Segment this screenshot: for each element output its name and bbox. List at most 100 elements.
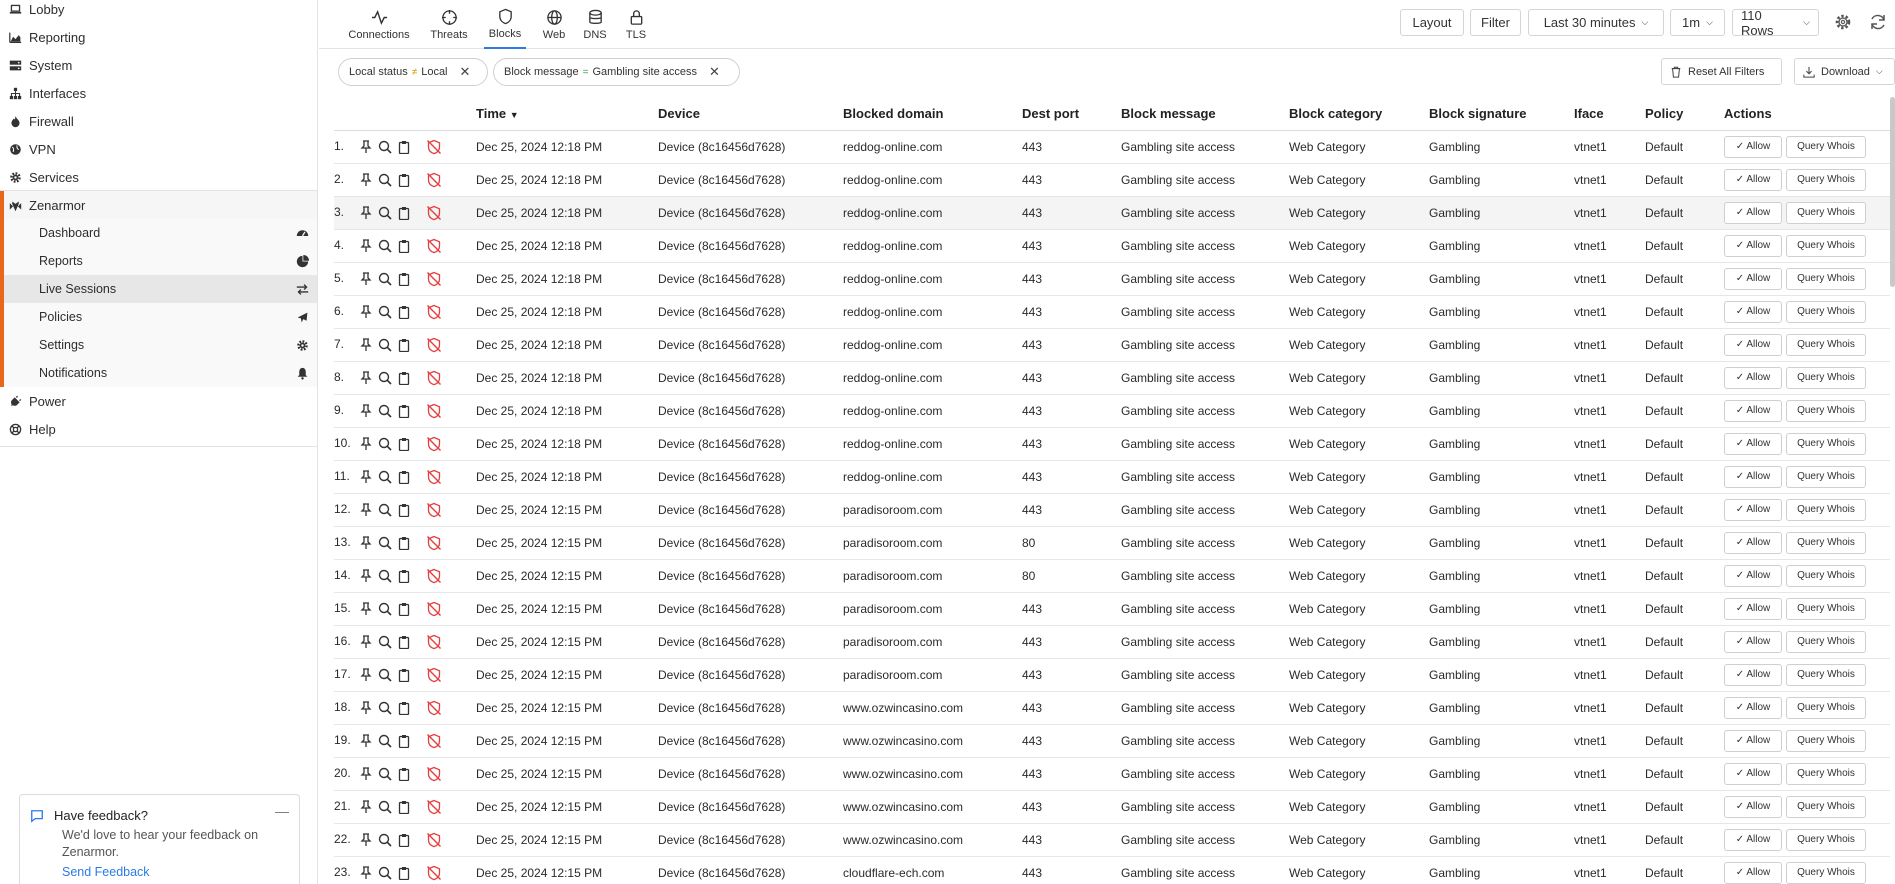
clipboard-icon[interactable] [397, 602, 411, 616]
interval-select[interactable]: 1m ⌵ [1670, 9, 1725, 36]
search-icon[interactable] [378, 437, 392, 451]
cell-device[interactable]: Device (8c16456d7628) [658, 295, 843, 329]
pin-icon[interactable] [359, 502, 373, 517]
clipboard-icon[interactable] [397, 503, 411, 517]
tab-blocks[interactable]: Blocks [484, 0, 526, 49]
search-icon[interactable] [378, 701, 392, 715]
clipboard-icon[interactable] [397, 140, 411, 154]
search-icon[interactable] [378, 305, 392, 319]
clipboard-icon[interactable] [397, 206, 411, 220]
clipboard-icon[interactable] [397, 569, 411, 583]
clipboard-icon[interactable] [397, 800, 411, 814]
table-row[interactable]: 8. Dec 25, 2024 12:18 PM Device (8c16456… [334, 361, 1890, 395]
sidebar-item-services[interactable]: Services [0, 163, 317, 191]
pin-icon[interactable] [359, 403, 373, 418]
allow-button[interactable]: ✓ Allow [1724, 762, 1782, 785]
tab-threats[interactable]: Threats [429, 0, 469, 49]
cell-blocked-domain[interactable]: reddog-online.com [843, 130, 1022, 164]
filter-button[interactable]: Filter [1470, 9, 1521, 36]
cell-blocked-domain[interactable]: www.ozwincasino.com [843, 724, 1022, 758]
rows-select[interactable]: 110 Rows ⌵ [1732, 8, 1819, 38]
clipboard-icon[interactable] [397, 305, 411, 319]
block-policy-icon[interactable] [426, 799, 442, 815]
reset-all-filters-button[interactable]: Reset All Filters [1661, 58, 1782, 85]
cell-device[interactable]: Device (8c16456d7628) [658, 823, 843, 857]
allow-button[interactable]: ✓ Allow [1724, 564, 1782, 587]
clipboard-icon[interactable] [397, 668, 411, 682]
block-policy-icon[interactable] [426, 403, 442, 419]
layout-button[interactable]: Layout [1400, 9, 1464, 36]
sidebar-item-interfaces[interactable]: Interfaces [0, 79, 317, 107]
pin-icon[interactable] [359, 700, 373, 715]
query-whois-button[interactable]: Query Whois [1786, 630, 1866, 653]
cell-device[interactable]: Device (8c16456d7628) [658, 460, 843, 494]
block-policy-icon[interactable] [426, 667, 442, 683]
clipboard-icon[interactable] [397, 272, 411, 286]
allow-button[interactable]: ✓ Allow [1724, 168, 1782, 191]
block-policy-icon[interactable] [426, 832, 442, 848]
query-whois-button[interactable]: Query Whois [1786, 135, 1866, 158]
cell-blocked-domain[interactable]: reddog-online.com [843, 163, 1022, 197]
search-icon[interactable] [378, 404, 392, 418]
query-whois-button[interactable]: Query Whois [1786, 564, 1866, 587]
search-icon[interactable] [378, 140, 392, 154]
pin-icon[interactable] [359, 568, 373, 583]
allow-button[interactable]: ✓ Allow [1724, 828, 1782, 851]
send-feedback-link[interactable]: Send Feedback [62, 865, 150, 879]
sidebar-item-settings[interactable]: Settings [4, 331, 317, 359]
block-policy-icon[interactable] [426, 766, 442, 782]
table-row[interactable]: 18. Dec 25, 2024 12:15 PM Device (8c1645… [334, 691, 1890, 725]
sidebar-item-reports[interactable]: Reports [4, 247, 317, 275]
block-policy-icon[interactable] [426, 238, 442, 254]
cell-blocked-domain[interactable]: reddog-online.com [843, 427, 1022, 461]
time-range-select[interactable]: Last 30 minutes ⌵ [1528, 9, 1664, 36]
cell-blocked-domain[interactable]: reddog-online.com [843, 262, 1022, 296]
allow-button[interactable]: ✓ Allow [1724, 366, 1782, 389]
block-policy-icon[interactable] [426, 436, 442, 452]
cell-device[interactable]: Device (8c16456d7628) [658, 163, 843, 197]
cell-blocked-domain[interactable]: www.ozwincasino.com [843, 823, 1022, 857]
cell-blocked-domain[interactable]: www.ozwincasino.com [843, 691, 1022, 725]
settings-gear-icon[interactable] [1832, 11, 1854, 33]
allow-button[interactable]: ✓ Allow [1724, 234, 1782, 257]
search-icon[interactable] [378, 602, 392, 616]
clipboard-icon[interactable] [397, 866, 411, 880]
query-whois-button[interactable]: Query Whois [1786, 729, 1866, 752]
cell-blocked-domain[interactable]: paradisoroom.com [843, 658, 1022, 692]
table-row[interactable]: 6. Dec 25, 2024 12:18 PM Device (8c16456… [334, 295, 1890, 329]
block-policy-icon[interactable] [426, 502, 442, 518]
column-dest-port[interactable]: Dest port [1022, 97, 1121, 131]
query-whois-button[interactable]: Query Whois [1786, 696, 1866, 719]
sidebar-item-zenarmor[interactable]: Zenarmor [0, 191, 317, 219]
cell-blocked-domain[interactable]: paradisoroom.com [843, 592, 1022, 626]
pin-icon[interactable] [359, 436, 373, 451]
table-row[interactable]: 4. Dec 25, 2024 12:18 PM Device (8c16456… [334, 229, 1890, 263]
search-icon[interactable] [378, 767, 392, 781]
table-row[interactable]: 2. Dec 25, 2024 12:18 PM Device (8c16456… [334, 163, 1890, 197]
pin-icon[interactable] [359, 304, 373, 319]
pin-icon[interactable] [359, 370, 373, 385]
clipboard-icon[interactable] [397, 734, 411, 748]
cell-device[interactable]: Device (8c16456d7628) [658, 592, 843, 626]
sidebar-item-notifications[interactable]: Notifications [4, 359, 317, 387]
pin-icon[interactable] [359, 733, 373, 748]
cell-device[interactable]: Device (8c16456d7628) [658, 262, 843, 296]
pin-icon[interactable] [359, 271, 373, 286]
pin-icon[interactable] [359, 205, 373, 220]
tab-dns[interactable]: DNS [580, 0, 610, 49]
cell-device[interactable]: Device (8c16456d7628) [658, 394, 843, 428]
pin-icon[interactable] [359, 172, 373, 187]
allow-button[interactable]: ✓ Allow [1724, 861, 1782, 884]
block-policy-icon[interactable] [426, 865, 442, 881]
query-whois-button[interactable]: Query Whois [1786, 531, 1866, 554]
block-policy-icon[interactable] [426, 535, 442, 551]
allow-button[interactable]: ✓ Allow [1724, 663, 1782, 686]
cell-device[interactable]: Device (8c16456d7628) [658, 559, 843, 593]
table-row[interactable]: 16. Dec 25, 2024 12:15 PM Device (8c1645… [334, 625, 1890, 659]
cell-device[interactable]: Device (8c16456d7628) [658, 757, 843, 791]
allow-button[interactable]: ✓ Allow [1724, 729, 1782, 752]
clipboard-icon[interactable] [397, 404, 411, 418]
search-icon[interactable] [378, 173, 392, 187]
remove-filter-icon[interactable]: ✕ [709, 64, 720, 80]
search-icon[interactable] [378, 800, 392, 814]
